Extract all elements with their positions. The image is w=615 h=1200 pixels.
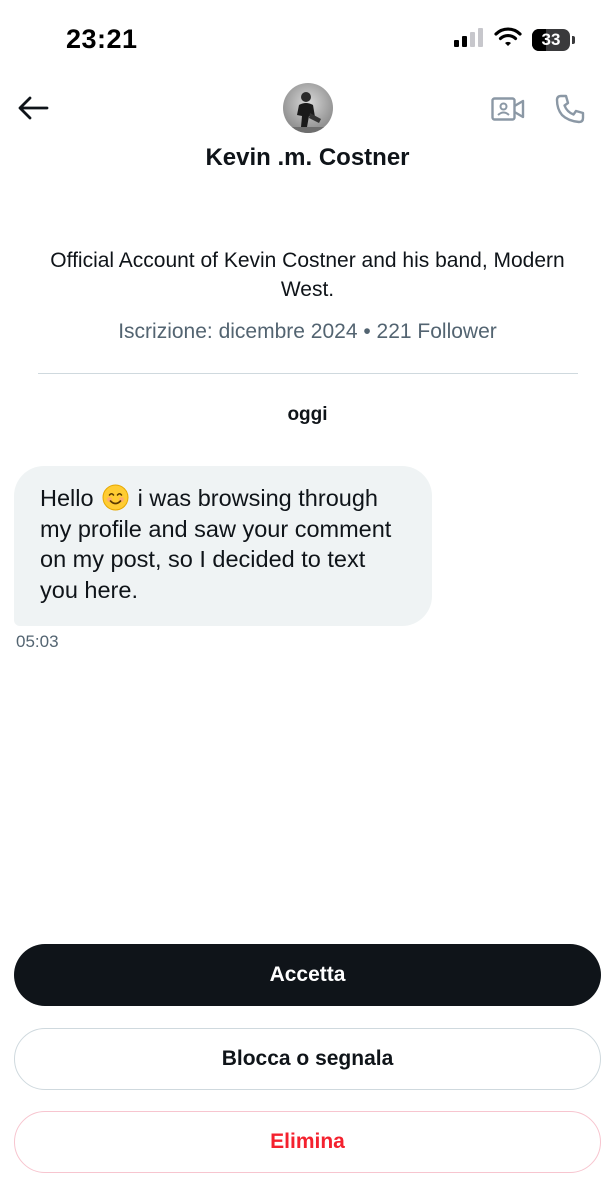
profile-meta: Iscrizione: dicembre 2024 • 221 Follower (118, 320, 497, 343)
voice-call-button[interactable] (550, 89, 590, 129)
message-timestamp: 05:03 (16, 632, 59, 651)
message-bubble[interactable]: Hello i was browsing through my profile … (14, 466, 432, 626)
day-separator: oggi (287, 404, 328, 425)
profile-bio: Official Account of Kevin Costner and hi… (50, 249, 565, 301)
block-or-report-button[interactable]: Blocca o segnala (14, 1028, 601, 1090)
divider (38, 373, 578, 374)
conversation-title: Kevin .m. Costner (205, 144, 410, 171)
smiling-face-emoji-icon (102, 484, 129, 511)
phone-icon (555, 94, 585, 124)
status-time: 23:21 (66, 24, 138, 54)
back-button[interactable] (14, 89, 52, 127)
battery-nub (572, 35, 575, 44)
cellular-signal-icon (454, 27, 484, 52)
accept-button[interactable]: Accetta (14, 944, 601, 1006)
wifi-icon (494, 27, 522, 52)
delete-button[interactable]: Elimina (14, 1111, 601, 1173)
dm-request-screen: 23:21 33 Kevin .m. Costner Official Acco… (0, 0, 615, 1200)
message-text-start: Hello (40, 485, 101, 511)
arrow-left-icon (18, 96, 49, 120)
battery-icon: 33 (532, 28, 570, 51)
avatar[interactable] (283, 83, 333, 133)
status-indicators: 33 (454, 27, 575, 52)
battery-level: 33 (541, 29, 561, 49)
video-call-button[interactable] (488, 90, 528, 128)
video-camera-icon (491, 97, 525, 121)
